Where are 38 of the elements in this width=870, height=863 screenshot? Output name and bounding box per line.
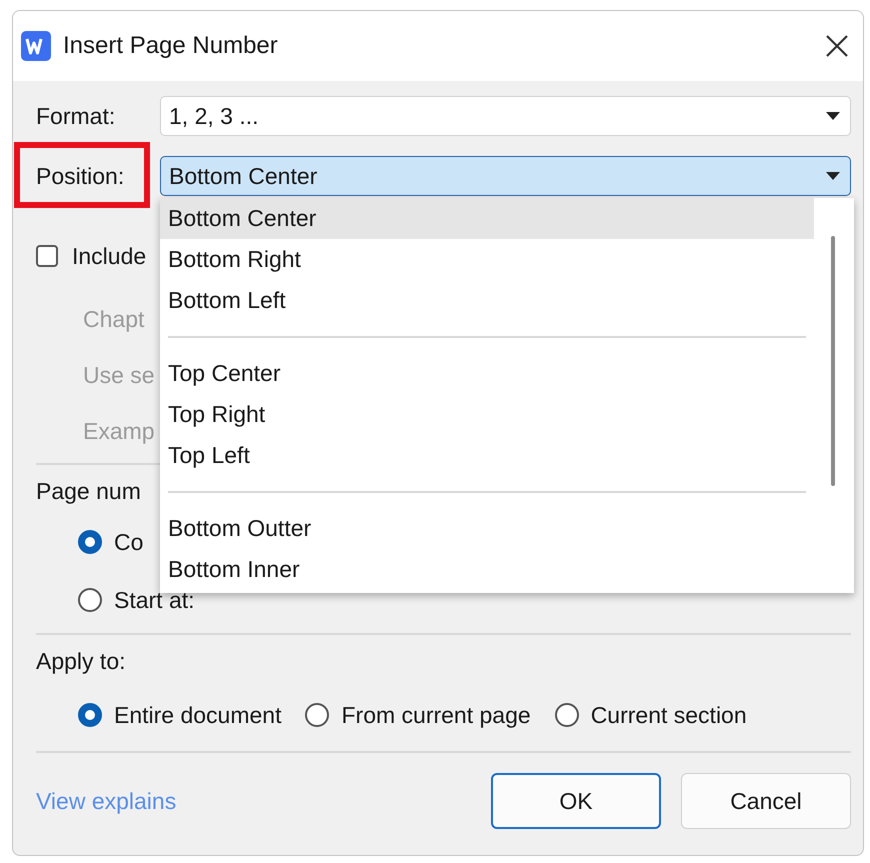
radio-button[interactable] — [78, 530, 102, 554]
radio-button[interactable] — [554, 703, 579, 727]
field-label: Position: — [36, 162, 126, 190]
dialog-button[interactable]: Cancel — [681, 773, 851, 829]
scrollbar-thumb[interactable] — [831, 236, 835, 486]
caret-icon — [826, 172, 840, 180]
checkbox[interactable] — [36, 245, 58, 267]
disabled-label: Examp — [83, 418, 155, 444]
section-label: Apply to: — [36, 648, 126, 674]
radio-label: From current page — [341, 702, 531, 728]
dropdown-item[interactable]: Top Left — [160, 435, 814, 476]
radio-button[interactable] — [78, 703, 102, 727]
caret-icon — [826, 112, 840, 120]
radio-button[interactable] — [305, 703, 330, 727]
word-logo-icon — [21, 31, 51, 61]
field-label: Format: — [36, 102, 116, 130]
section-label: Page num — [36, 478, 141, 504]
radio-option[interactable]: Entire document — [78, 702, 282, 728]
disabled-label: Use se — [83, 362, 155, 388]
radio-option[interactable]: Current section — [554, 702, 747, 728]
dropdown-item[interactable]: Top Right — [160, 394, 814, 435]
radio-option[interactable]: From current page — [305, 702, 531, 728]
radio-label: Entire document — [114, 702, 282, 728]
dropdown-item[interactable]: Bottom Outter — [160, 508, 814, 549]
dialog-button[interactable]: OK — [491, 773, 661, 829]
checkbox-label: Include — [72, 242, 146, 270]
radio-label: Current section — [590, 702, 747, 728]
window-title: Insert Page Number — [63, 32, 279, 60]
dropdown-item[interactable]: Bottom Right — [160, 239, 814, 280]
disabled-label: Chapt — [83, 306, 144, 332]
position-dropdown[interactable]: Bottom Center — [160, 156, 851, 196]
radio-label: Co — [114, 528, 144, 556]
radio-button[interactable] — [78, 588, 102, 612]
dropdown-item[interactable]: Top Center — [160, 353, 814, 394]
radio-option[interactable]: Co — [78, 513, 144, 571]
format-dropdown[interactable]: 1, 2, 3 ... — [160, 96, 851, 136]
dropdown-item[interactable]: Bottom Left — [160, 280, 814, 321]
dropdown-item[interactable]: Bottom Center — [160, 198, 814, 239]
